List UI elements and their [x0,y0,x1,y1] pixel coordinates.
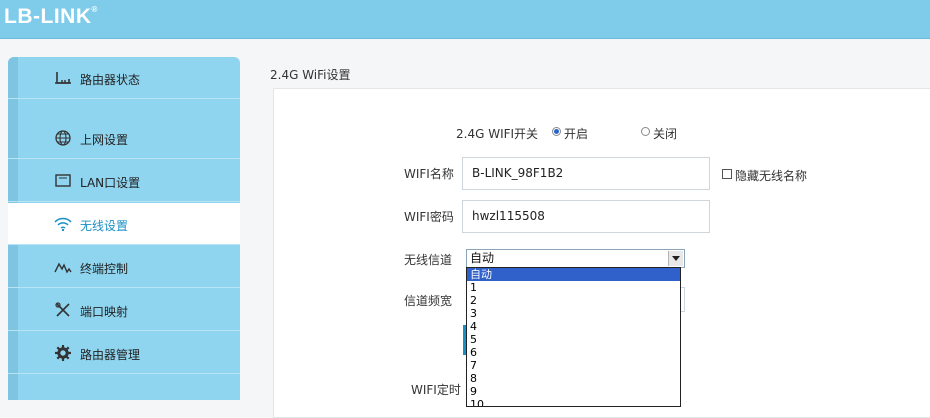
bandwidth-label: 信道频宽 [404,294,453,308]
router-icon [54,70,72,86]
channel-select-value: 自动 [470,251,495,265]
ssid-input[interactable]: B-LINK_98F1B2 [462,157,710,190]
brand-logo: LB-LINK® [4,5,98,28]
dropdown-option[interactable]: 7 [467,359,680,372]
sidebar-item-port-mapping[interactable]: 端口映射 [8,289,240,331]
sidebar-item-terminal-control[interactable]: 终端控制 [8,246,240,288]
sidebar-item-label: 路由器管理 [80,348,141,362]
top-bar: LB-LINK® [0,0,930,38]
gear-icon [54,345,72,361]
dropdown-option[interactable]: 5 [467,333,680,346]
sidebar-item-router-management[interactable]: 路由器管理 [8,332,240,374]
dropdown-option[interactable]: 4 [467,320,680,333]
sidebar-item-label: 路由器状态 [80,73,141,87]
chevron-down-icon[interactable] [668,251,683,266]
wifi-icon [54,216,72,232]
dropdown-option[interactable]: 10 [467,398,680,406]
dropdown-option[interactable]: 8 [467,372,680,385]
dropdown-option[interactable]: 9 [467,385,680,398]
hide-ssid-label[interactable]: 隐藏无线名称 [735,167,807,184]
dropdown-option[interactable]: 2 [467,294,680,307]
dropdown-option[interactable]: 1 [467,281,680,294]
signal-icon [54,259,72,275]
channel-select[interactable]: 自动 [466,249,685,268]
sidebar-item-lan[interactable]: LAN口设置 [8,160,240,202]
wifi-timer-label: WIFI定时 [411,383,461,397]
password-input[interactable]: hwzl115508 [462,200,710,233]
header-divider [0,38,930,39]
sidebar-item-internet[interactable]: 上网设置 [8,117,240,159]
channel-dropdown-list: 自动 1 2 3 4 5 6 7 8 9 10 [466,267,681,407]
wifi-on-label[interactable]: 开启 [564,125,588,142]
password-label: WIFI密码 [404,210,454,224]
channel-label: 无线信道 [404,253,453,267]
sidebar-item-more[interactable] [8,375,240,400]
globe-icon [54,130,72,146]
page-title: 2.4G WiFi设置 [270,68,351,82]
sidebar-item-wireless[interactable]: 无线设置 [8,203,240,245]
hide-ssid-checkbox[interactable] [722,169,732,179]
dropdown-option[interactable]: 3 [467,307,680,320]
sidebar-item-label: 上网设置 [80,133,129,147]
sidebar-item-router-status[interactable]: 路由器状态 [8,57,240,99]
ssid-label: WIFI名称 [404,167,454,181]
dropdown-option[interactable]: 自动 [467,268,680,281]
monitor-icon [54,173,72,189]
tools-icon [54,302,72,318]
wifi-on-radio[interactable] [552,127,561,136]
sidebar-item-label: 无线设置 [80,219,129,233]
wifi-off-label[interactable]: 关闭 [653,125,677,142]
sidebar-item-label: 终端控制 [80,262,129,276]
sidebar: 路由器状态 上网设置 LAN口设置 无线设置 终端控制 端口映射 路由器管理 [8,57,240,400]
dropdown-option[interactable]: 6 [467,346,680,359]
sidebar-item-label: LAN口设置 [80,176,141,190]
wifi-off-radio[interactable] [641,127,650,136]
sidebar-item-label: 端口映射 [80,305,129,319]
wifi-switch-label: 2.4G WIFI开关 [456,127,539,141]
